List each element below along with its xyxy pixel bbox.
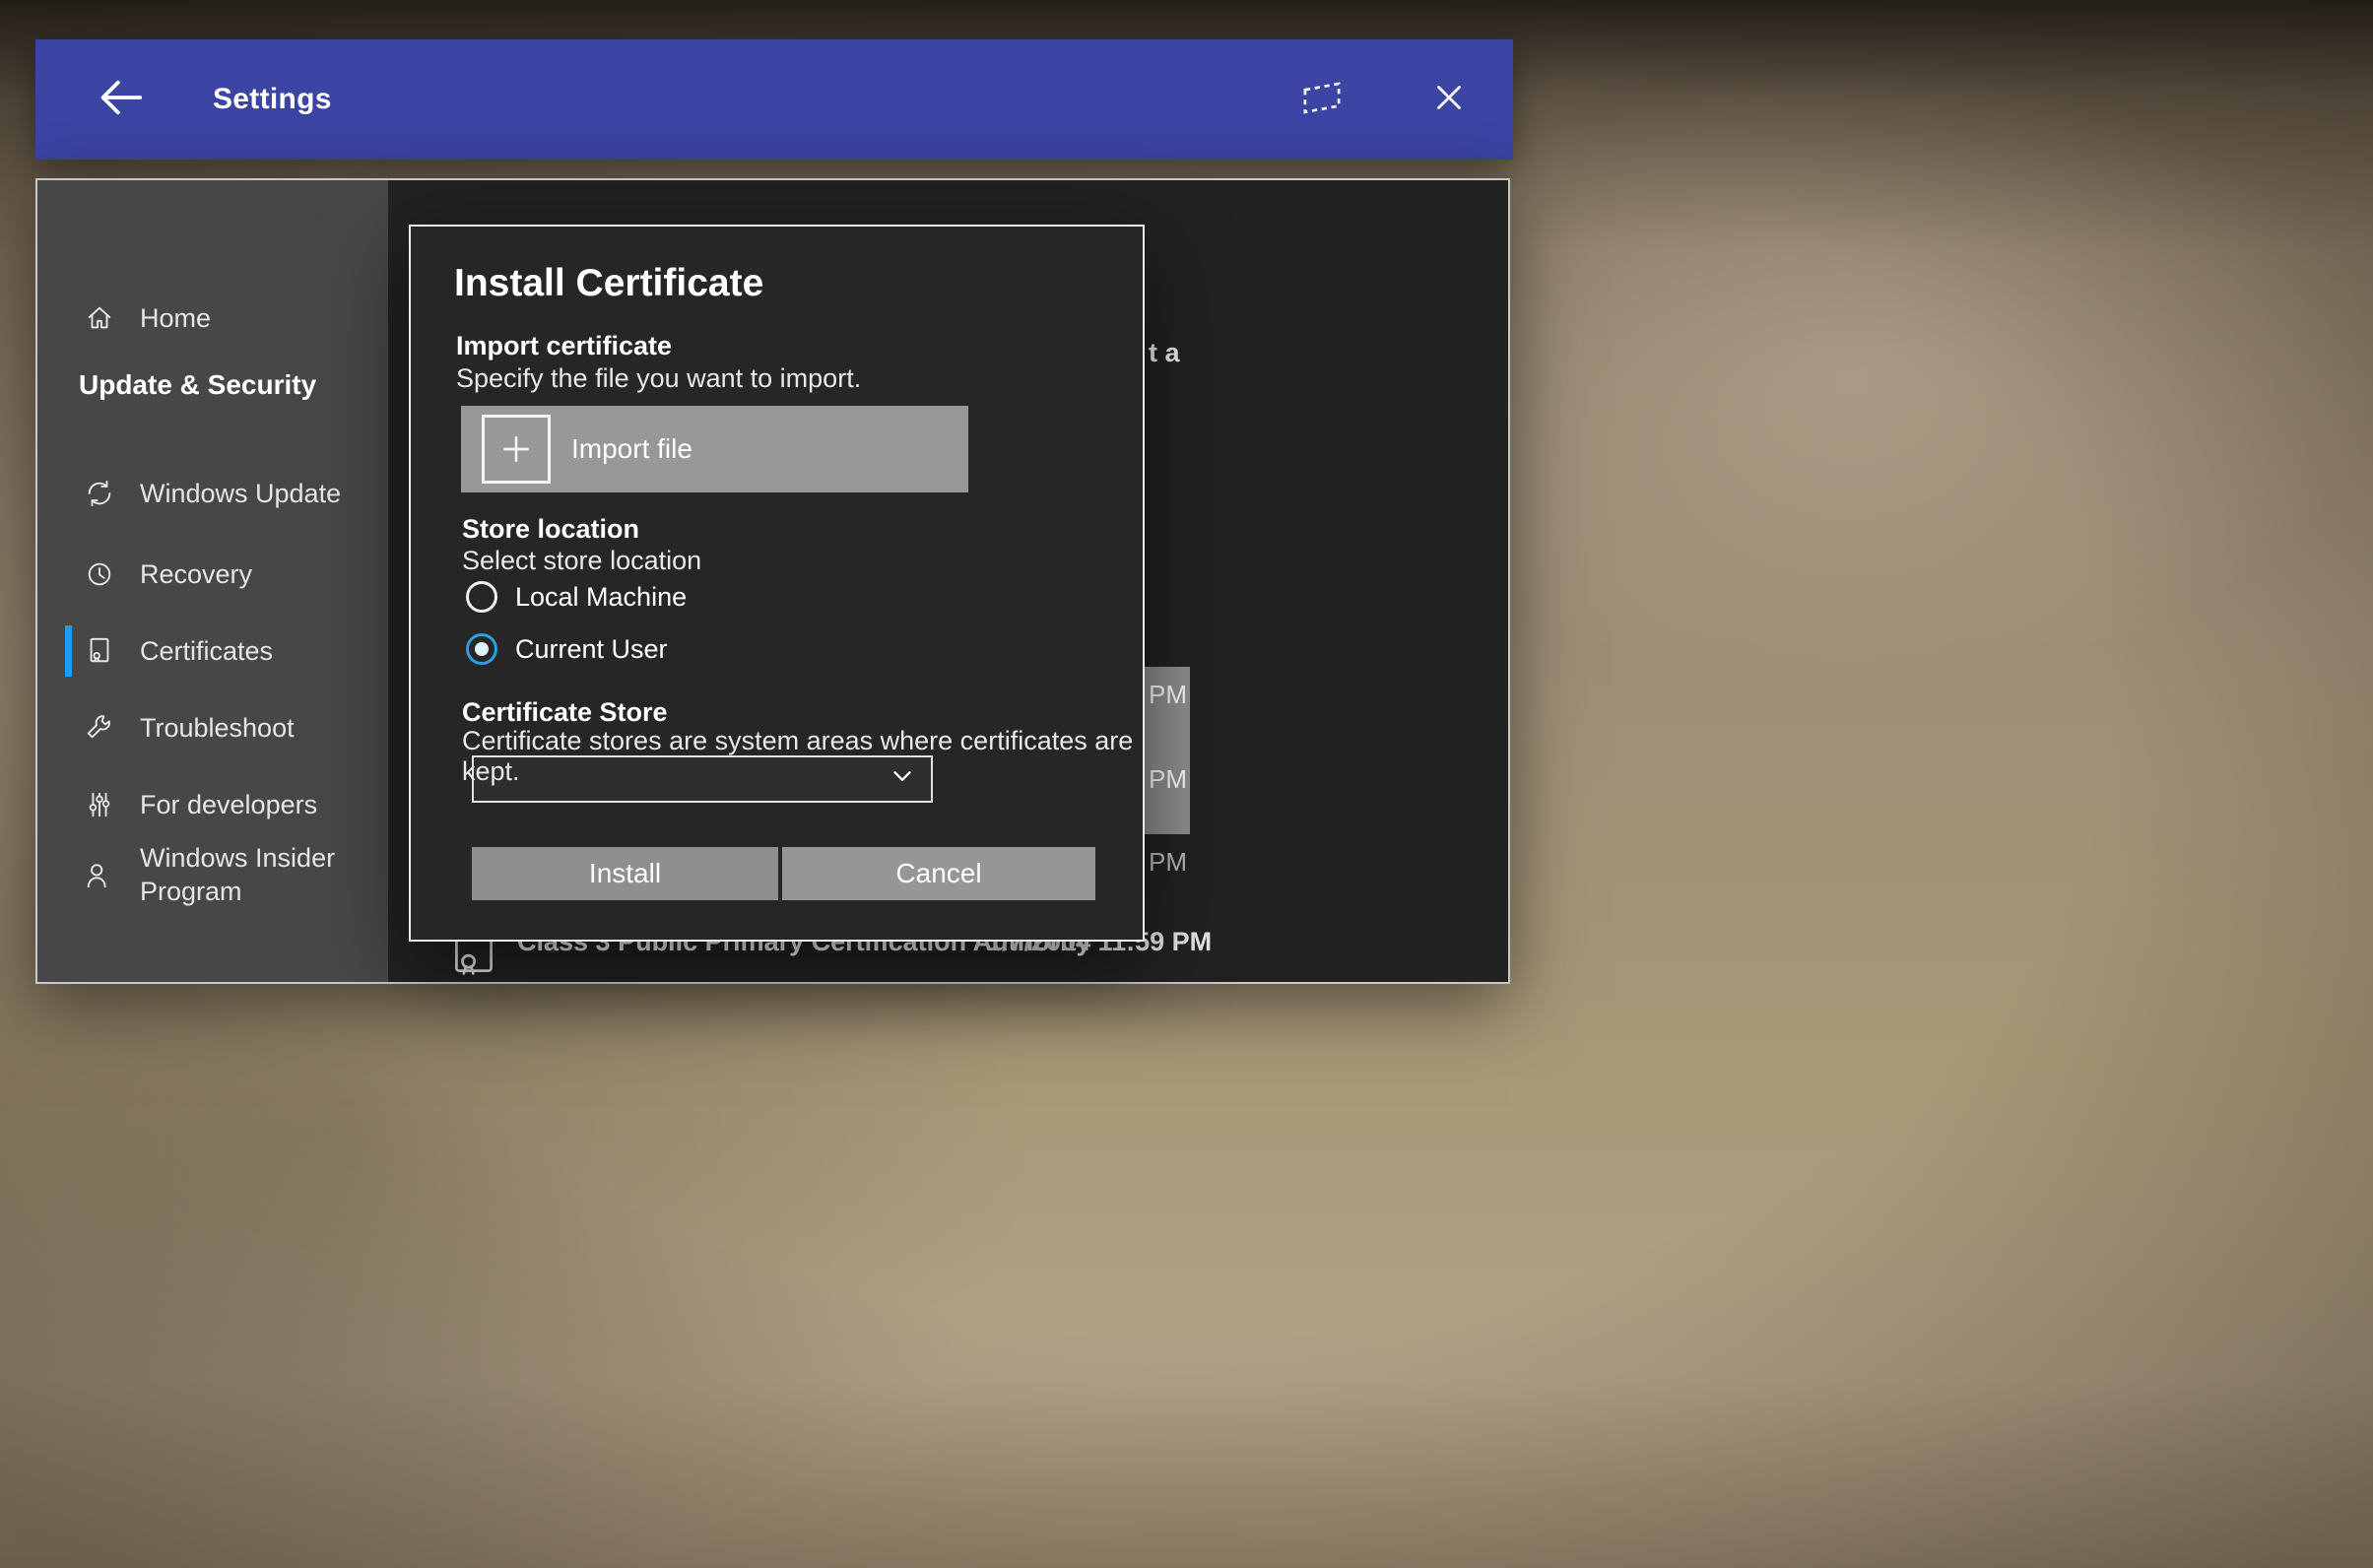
sidebar-item-label: Windows Insider Program — [140, 843, 336, 906]
sidebar-item-recovery[interactable]: Recovery — [37, 547, 388, 602]
sidebar-item-troubleshoot[interactable]: Troubleshoot — [37, 700, 388, 755]
sidebar-item-home[interactable]: Home — [37, 291, 388, 346]
home-icon — [85, 303, 114, 333]
wall-background: Settings Home Update & Security Windows … — [0, 0, 2373, 1568]
certificate-store-heading: Certificate Store — [462, 697, 668, 727]
certificate-date-fragment: PM — [1149, 680, 1187, 709]
radio-label: Local Machine — [515, 581, 688, 612]
sidebar-item-label: Windows Update — [140, 478, 342, 508]
window-title: Settings — [213, 83, 332, 115]
radio-local-machine[interactable]: Local Machine — [466, 581, 687, 613]
sliders-icon — [85, 790, 114, 819]
radio-label: Current User — [515, 633, 668, 664]
history-clock-icon — [85, 559, 114, 589]
settings-titlebar: Settings — [35, 39, 1513, 160]
wrench-icon — [85, 713, 114, 743]
plus-icon — [482, 415, 551, 484]
close-button[interactable] — [1428, 77, 1470, 123]
import-certificate-description: Specify the file you want to import. — [456, 363, 862, 393]
store-location-heading: Store location — [462, 514, 640, 544]
certificate-icon — [85, 636, 114, 666]
window-follow-icon — [1298, 77, 1346, 123]
certificate-store-dropdown[interactable] — [472, 755, 933, 803]
chevron-down-icon — [890, 763, 915, 796]
person-icon — [85, 861, 114, 890]
sidebar-item-label: For developers — [140, 789, 318, 819]
dialog-title: Install Certificate — [454, 262, 764, 304]
sidebar-item-windows-insider[interactable]: Windows Insider Program — [37, 826, 388, 925]
import-certificate-heading: Import certificate — [456, 331, 673, 360]
follow-window-button[interactable] — [1298, 77, 1346, 123]
sidebar-item-label: Certificates — [140, 635, 274, 666]
install-button[interactable]: Install — [472, 847, 778, 900]
sidebar: Home Update & Security Windows Update Re… — [37, 180, 388, 982]
sidebar-item-label: Recovery — [140, 558, 253, 589]
sidebar-item-for-developers[interactable]: For developers — [37, 777, 388, 832]
sidebar-item-windows-update[interactable]: Windows Update — [37, 466, 388, 521]
sidebar-item-label: Troubleshoot — [140, 712, 295, 743]
certificate-date-fragment: PM — [1149, 847, 1187, 877]
close-icon — [1428, 77, 1470, 123]
sidebar-item-certificates[interactable]: Certificates — [37, 623, 388, 679]
sync-icon — [85, 479, 114, 508]
sidebar-section-update-security[interactable]: Update & Security — [79, 369, 316, 401]
selected-accent-bar — [65, 625, 72, 677]
store-location-description: Select store location — [462, 546, 702, 575]
occluded-text-fragment: t a — [1149, 338, 1180, 367]
cancel-button[interactable]: Cancel — [782, 847, 1095, 900]
radio-circle — [466, 581, 497, 613]
radio-circle-selected — [466, 633, 497, 665]
certificate-date-fragment: PM — [1149, 764, 1187, 794]
install-certificate-dialog: Install Certificate Import certificate S… — [409, 225, 1145, 942]
titlebar-actions — [1298, 77, 1470, 123]
sidebar-item-label: Home — [140, 302, 212, 333]
import-file-label: Import file — [571, 433, 692, 464]
import-file-button[interactable]: Import file — [461, 406, 968, 492]
radio-current-user[interactable]: Current User — [466, 633, 668, 665]
back-arrow-icon — [95, 74, 148, 126]
back-button[interactable] — [95, 74, 148, 126]
